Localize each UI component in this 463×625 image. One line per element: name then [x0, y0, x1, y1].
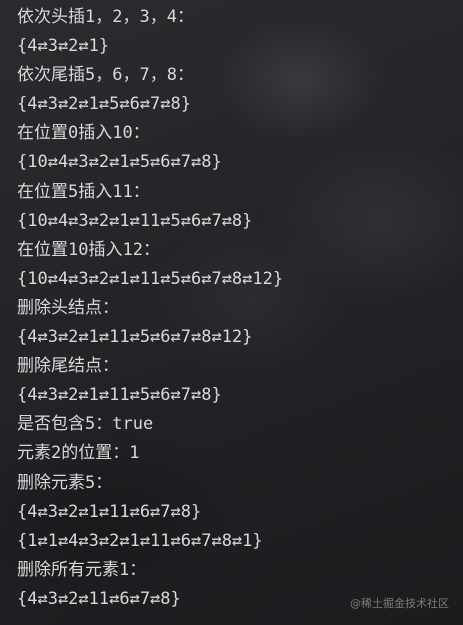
watermark: @稀土掘金技术社区 [350, 597, 449, 610]
console-line: 在位置0插入10： [17, 123, 150, 144]
console-line: 依次尾插5，6，7，8： [17, 65, 194, 86]
console-line: 删除头结点： [17, 297, 119, 318]
console-line: 是否包含5：true [17, 414, 154, 435]
console-line: {4⇄3⇄2⇄1⇄11⇄6⇄7⇄8} [17, 501, 202, 522]
console-line: {10⇄4⇄3⇄2⇄1⇄5⇄6⇄7⇄8} [17, 152, 222, 173]
console-output: 依次头插1，2，3，4： {4⇄3⇄2⇄1} 依次尾插5，6，7，8： {4⇄3… [17, 3, 455, 614]
console-line: {10⇄4⇄3⇄2⇄1⇄11⇄5⇄6⇄7⇄8} [17, 210, 253, 231]
console-line: 删除所有元素1： [17, 559, 147, 580]
console-line: 依次头插1，2，3，4： [17, 7, 194, 27]
console-line: {4⇄3⇄2⇄1⇄11⇄5⇄6⇄7⇄8⇄12} [17, 327, 253, 348]
console-line: 元素2的位置：1 [17, 443, 140, 464]
console-line: {4⇄3⇄2⇄1} [17, 36, 110, 57]
console-line: 在位置5插入11： [17, 181, 150, 202]
console-line: {1⇄1⇄4⇄3⇄2⇄1⇄11⇄6⇄7⇄8⇄1} [17, 530, 263, 551]
console-line: 删除尾结点： [17, 356, 119, 377]
console-line: 在位置10插入12： [17, 239, 160, 260]
console-line: {10⇄4⇄3⇄2⇄1⇄11⇄5⇄6⇄7⇄8⇄12} [17, 268, 284, 289]
console-line: {4⇄3⇄2⇄1⇄5⇄6⇄7⇄8} [17, 94, 191, 115]
console-line: {4⇄3⇄2⇄1⇄11⇄5⇄6⇄7⇄8} [17, 385, 222, 406]
console-line: 删除元素5： [17, 472, 113, 493]
